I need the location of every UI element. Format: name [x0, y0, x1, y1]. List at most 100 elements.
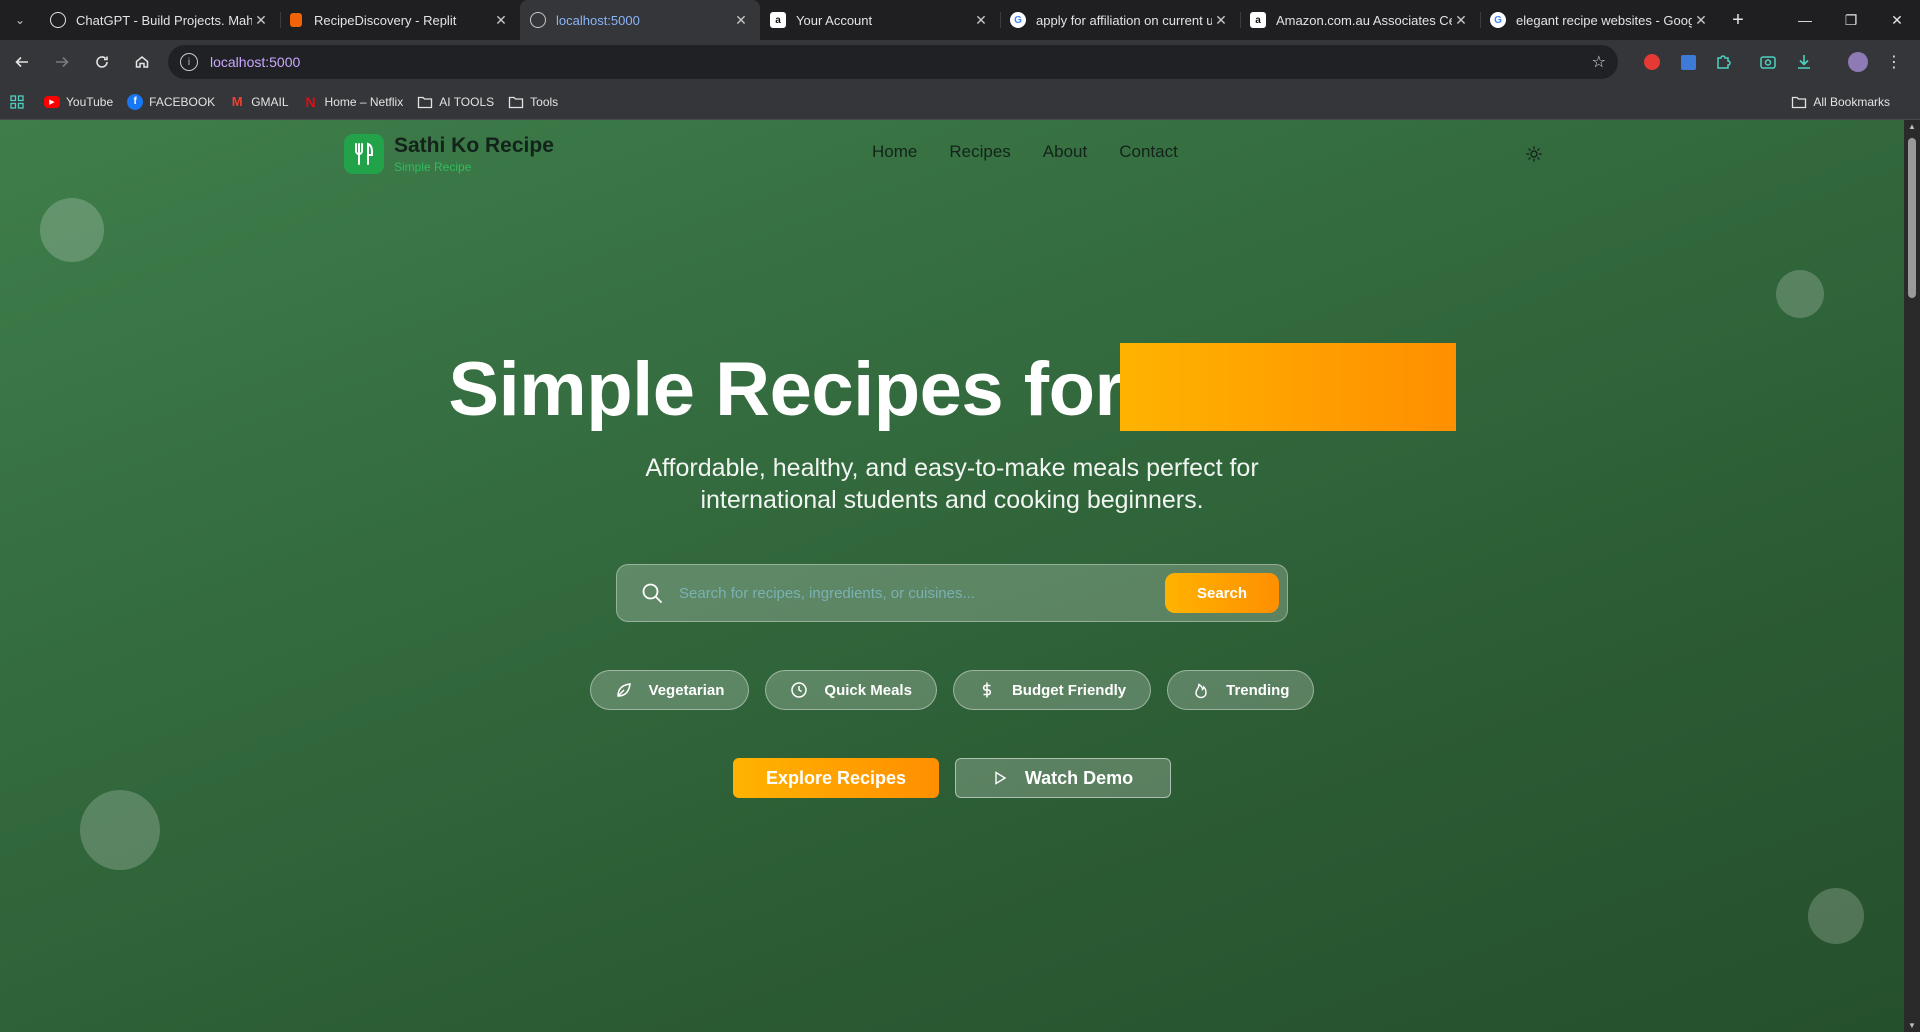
filter-budget-friendly[interactable]: Budget Friendly [952, 670, 1152, 710]
facebook-icon: f [127, 93, 144, 110]
nav-about[interactable]: About [1043, 142, 1087, 162]
tab-title: apply for affiliation on current u [1036, 12, 1212, 28]
browser-toolbar: i localhost:5000 ☆ ⋮ [0, 40, 1920, 84]
tab-google-affiliation[interactable]: G apply for affiliation on current u ✕ [1000, 0, 1240, 40]
page-viewport: Sathi Ko Recipe Simple Recipe Home Recip… [0, 120, 1904, 1032]
filter-trending[interactable]: Trending [1167, 670, 1315, 710]
nav-contact[interactable]: Contact [1119, 142, 1178, 162]
page-scrollbar[interactable]: ▲ ▼ [1904, 120, 1920, 1032]
utensils-icon [355, 142, 373, 165]
filter-label: Quick Meals [824, 681, 912, 699]
tab-title: elegant recipe websites - Goog [1516, 12, 1692, 28]
search-input[interactable] [679, 584, 1165, 602]
amazon-icon: a [1250, 12, 1266, 28]
all-bookmarks[interactable]: All Bookmarks [1791, 84, 1890, 120]
close-icon[interactable]: ✕ [1452, 12, 1470, 29]
tab-strip: ⌄ ChatGPT - Build Projects. Mahir ✕ Reci… [0, 0, 1920, 40]
restore-button[interactable]: ❐ [1828, 0, 1874, 40]
browser-menu-icon[interactable]: ⋮ [1876, 44, 1912, 80]
profile-avatar[interactable] [1840, 44, 1876, 80]
leaf-icon [616, 683, 631, 697]
google-icon: G [1490, 12, 1506, 28]
grid-icon [10, 94, 24, 109]
extension-blue-icon[interactable] [1670, 44, 1706, 80]
hero-subtitle-line1: Affordable, healthy, and easy-to-make me… [645, 454, 1259, 482]
reload-icon [96, 56, 108, 68]
tab-title: Your Account [796, 12, 873, 28]
downloads-icon[interactable] [1786, 44, 1822, 80]
close-icon[interactable]: ✕ [252, 12, 270, 29]
brand-name[interactable]: Sathi Ko Recipe [394, 134, 554, 158]
play-icon [995, 771, 1007, 785]
close-icon[interactable]: ✕ [492, 12, 510, 29]
filter-quick-meals[interactable]: Quick Meals [765, 670, 937, 710]
hero-subtitle-line2: international students and cooking begin… [700, 486, 1204, 514]
search-icon [642, 583, 662, 603]
theme-toggle-button[interactable] [1524, 144, 1544, 164]
logo-utensils-icon[interactable] [344, 134, 384, 174]
tab-search-icon[interactable]: ⌄ [0, 0, 40, 40]
bookmark-gmail[interactable]: M GMAIL [229, 94, 289, 110]
tab-amazon-associates[interactable]: a Amazon.com.au Associates Cen ✕ [1240, 0, 1480, 40]
screenshot-icon[interactable] [1750, 44, 1786, 80]
tab-your-account[interactable]: a Your Account ✕ [760, 0, 1000, 40]
nav-home[interactable]: Home [872, 142, 917, 162]
reload-button[interactable] [84, 44, 120, 80]
bookmark-youtube[interactable]: ▶ YouTube [44, 95, 113, 109]
minimize-button[interactable]: — [1782, 0, 1828, 40]
arrow-right-icon [56, 56, 69, 68]
close-icon[interactable]: ✕ [732, 12, 750, 29]
filter-vegetarian[interactable]: Vegetarian [589, 670, 750, 710]
close-icon[interactable]: ✕ [972, 12, 990, 29]
tab-localhost[interactable]: localhost:5000 ✕ [520, 0, 760, 40]
star-icon[interactable]: ☆ [1592, 52, 1606, 72]
netflix-icon: N [305, 93, 316, 110]
clock-icon [791, 682, 808, 698]
close-icon[interactable]: ✕ [1692, 12, 1710, 29]
watch-demo-label: Watch Demo [1024, 767, 1134, 788]
bookmark-label: GMAIL [251, 94, 289, 109]
close-window-button[interactable]: ✕ [1874, 0, 1920, 40]
scrollbar-thumb[interactable] [1908, 138, 1916, 298]
site-info-icon[interactable]: i [180, 53, 198, 71]
bookmark-label: YouTube [66, 94, 114, 109]
watch-demo-button[interactable]: Watch Demo [955, 758, 1171, 798]
back-button[interactable] [4, 44, 40, 80]
tab-replit[interactable]: RecipeDiscovery - Replit ✕ [280, 0, 520, 40]
window-controls: — ❐ ✕ [1782, 0, 1920, 40]
decorative-bubble [80, 790, 160, 870]
tab-title: RecipeDiscovery - Replit [314, 12, 457, 28]
new-tab-button[interactable]: + [1720, 0, 1756, 40]
hero-highlight-block [1119, 342, 1456, 431]
gmail-icon: M [231, 94, 243, 109]
close-icon[interactable]: ✕ [1212, 12, 1230, 29]
extension-red-icon[interactable] [1634, 44, 1670, 80]
apps-grid-icon[interactable] [10, 94, 24, 109]
explore-recipes-button[interactable]: Explore Recipes [733, 758, 939, 798]
tab-chatgpt[interactable]: ChatGPT - Build Projects. Mahir ✕ [40, 0, 280, 40]
globe-icon [530, 12, 546, 28]
bookmark-facebook[interactable]: f FACEBOOK [127, 93, 215, 110]
bookmarks-bar: ▶ YouTube f FACEBOOK M GMAIL N Home – Ne… [0, 84, 1920, 120]
hero-title-text: Simple Recipes for [448, 347, 1124, 432]
forward-button[interactable] [44, 44, 80, 80]
filter-chips: Vegetarian Quick Meals Budget Friendly T… [0, 670, 1904, 710]
bookmark-folder-ai-tools[interactable]: AI TOOLS [417, 94, 494, 110]
tab-title: localhost:5000 [556, 12, 640, 28]
nav-recipes[interactable]: Recipes [949, 142, 1010, 162]
extensions-puzzle-icon[interactable] [1706, 44, 1742, 80]
scroll-up-arrow[interactable]: ▲ [1908, 122, 1916, 131]
bookmark-folder-tools[interactable]: Tools [508, 94, 558, 110]
search-button[interactable]: Search [1165, 573, 1279, 613]
folder-icon [1792, 96, 1807, 109]
google-icon: G [1010, 12, 1026, 28]
amazon-icon: a [770, 12, 786, 28]
home-button[interactable] [124, 44, 160, 80]
address-bar[interactable]: i localhost:5000 ☆ [168, 45, 1618, 79]
tab-google-recipes[interactable]: G elegant recipe websites - Goog ✕ [1480, 0, 1720, 40]
camera-icon [1760, 56, 1776, 69]
bookmark-netflix[interactable]: N Home – Netflix [303, 93, 403, 110]
bookmark-label: Tools [530, 94, 559, 109]
url-text[interactable]: localhost:5000 [210, 54, 1592, 70]
scroll-down-arrow[interactable]: ▼ [1908, 1021, 1916, 1030]
